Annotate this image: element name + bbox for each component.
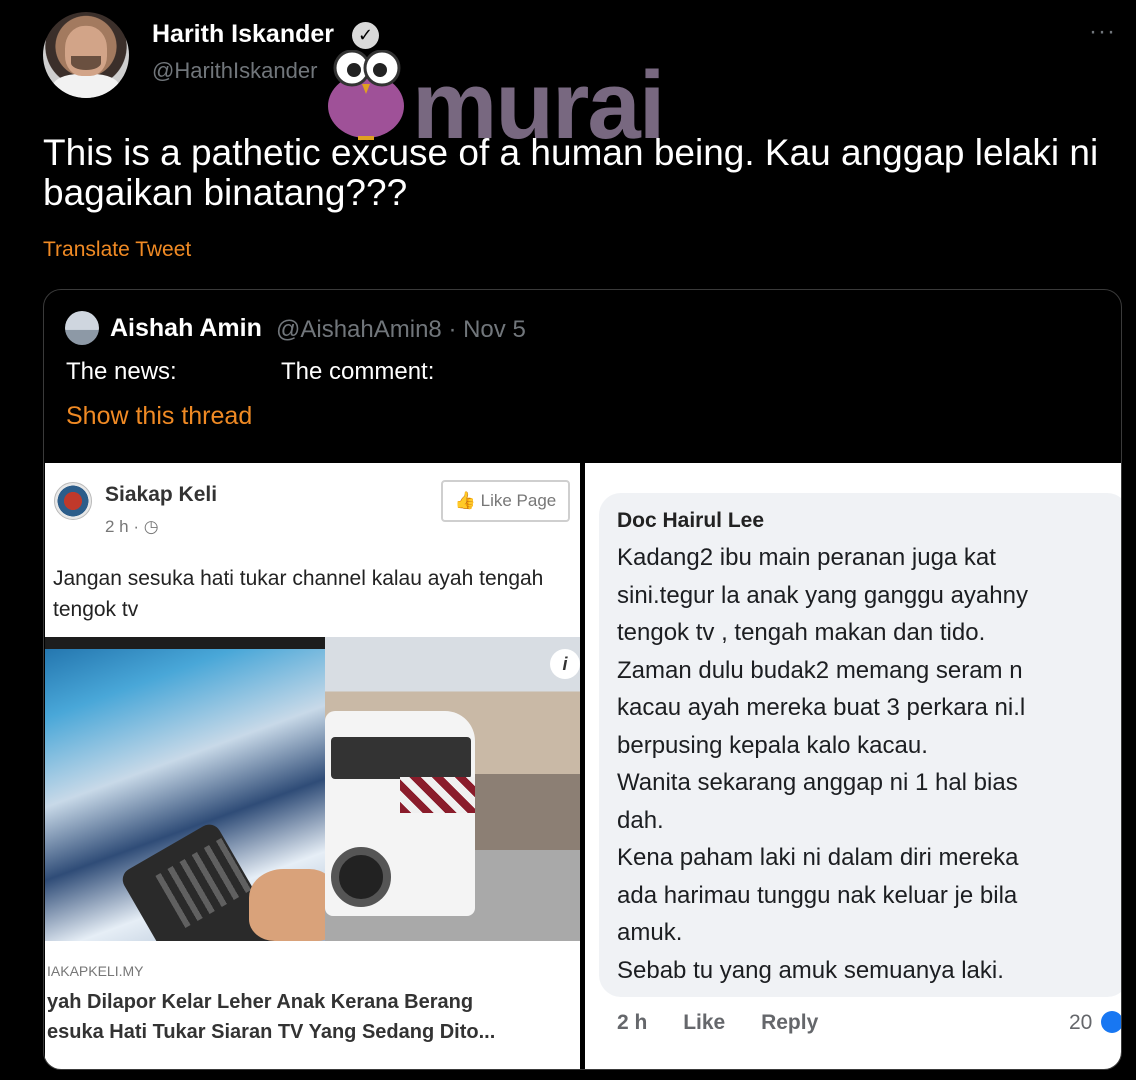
info-icon: i <box>550 649 580 679</box>
link-title-line-2: esuka Hati Tukar Siaran TV Yang Sedang D… <box>47 1021 496 1043</box>
quoted-avatar <box>65 311 99 345</box>
comment-like-button: Like <box>683 1011 726 1034</box>
avatar-beard <box>71 56 101 70</box>
author-name[interactable]: Harith Iskander <box>152 20 334 49</box>
quoted-author-name: Aishah Amin <box>110 314 262 342</box>
post-text: Jangan sesuka hati tukar channel kalau a… <box>53 567 544 621</box>
siakap-keli-logo <box>54 482 92 520</box>
commenter-name: Doc Hairul Lee <box>617 509 765 532</box>
page-name: Siakap Keli <box>105 483 218 506</box>
tweet: Harith Iskander ✓ @HarithIskander ··· mu… <box>0 0 1136 1080</box>
tweet-text: This is a pathetic excuse of a human bei… <box>43 132 1099 213</box>
quoted-text-news: The news: <box>66 358 177 385</box>
post-time: 2 h · ◷ <box>105 517 159 536</box>
author-avatar[interactable] <box>43 12 129 98</box>
comment-image[interactable]: Doc Hairul Lee Kadang2 ibu main peranan … <box>585 463 1121 1069</box>
van-checker-pattern <box>400 777 475 813</box>
link-title: yah Dilapor Kelar Leher Anak Kerana Bera… <box>47 987 577 1047</box>
van-window <box>331 737 471 779</box>
reaction-count: 20 <box>1069 1011 1093 1034</box>
news-photo: i <box>45 637 580 941</box>
like-page-button: 👍 Like Page <box>441 480 570 522</box>
watermark-owl-icon <box>328 50 404 140</box>
comment-time: 2 h <box>617 1011 648 1034</box>
comment-reply-button: Reply <box>761 1011 819 1034</box>
quoted-handle-date: @AishahAmin8 · Nov 5 <box>276 316 526 343</box>
van-wheel <box>331 847 391 907</box>
avatar-shirt <box>53 74 119 98</box>
news-image[interactable]: Siakap Keli 2 h · ◷ 👍 Like Page Jangan s… <box>45 463 580 1069</box>
translate-tweet-link[interactable]: Translate Tweet <box>43 238 191 262</box>
verified-badge-icon: ✓ <box>352 22 379 49</box>
quoted-tweet[interactable]: Aishah Amin @AishahAmin8 · Nov 5 The new… <box>43 289 1122 1070</box>
author-handle[interactable]: @HarithIskander <box>152 58 317 84</box>
quoted-text-comment: The comment: <box>281 358 435 385</box>
link-title-line-1: yah Dilapor Kelar Leher Anak Kerana Bera… <box>47 991 474 1013</box>
comment-actions: 2 h Like Reply <box>617 1011 848 1035</box>
link-domain: IAKAPKELI.MY <box>47 963 144 979</box>
reaction-icon <box>1101 1011 1121 1033</box>
more-options-icon[interactable]: ··· <box>1089 18 1116 46</box>
show-thread-link[interactable]: Show this thread <box>66 402 252 431</box>
comment-text: Kadang2 ibu main peranan juga kat sini.t… <box>617 544 1028 984</box>
tv-frame <box>45 637 325 649</box>
hand <box>249 869 335 941</box>
